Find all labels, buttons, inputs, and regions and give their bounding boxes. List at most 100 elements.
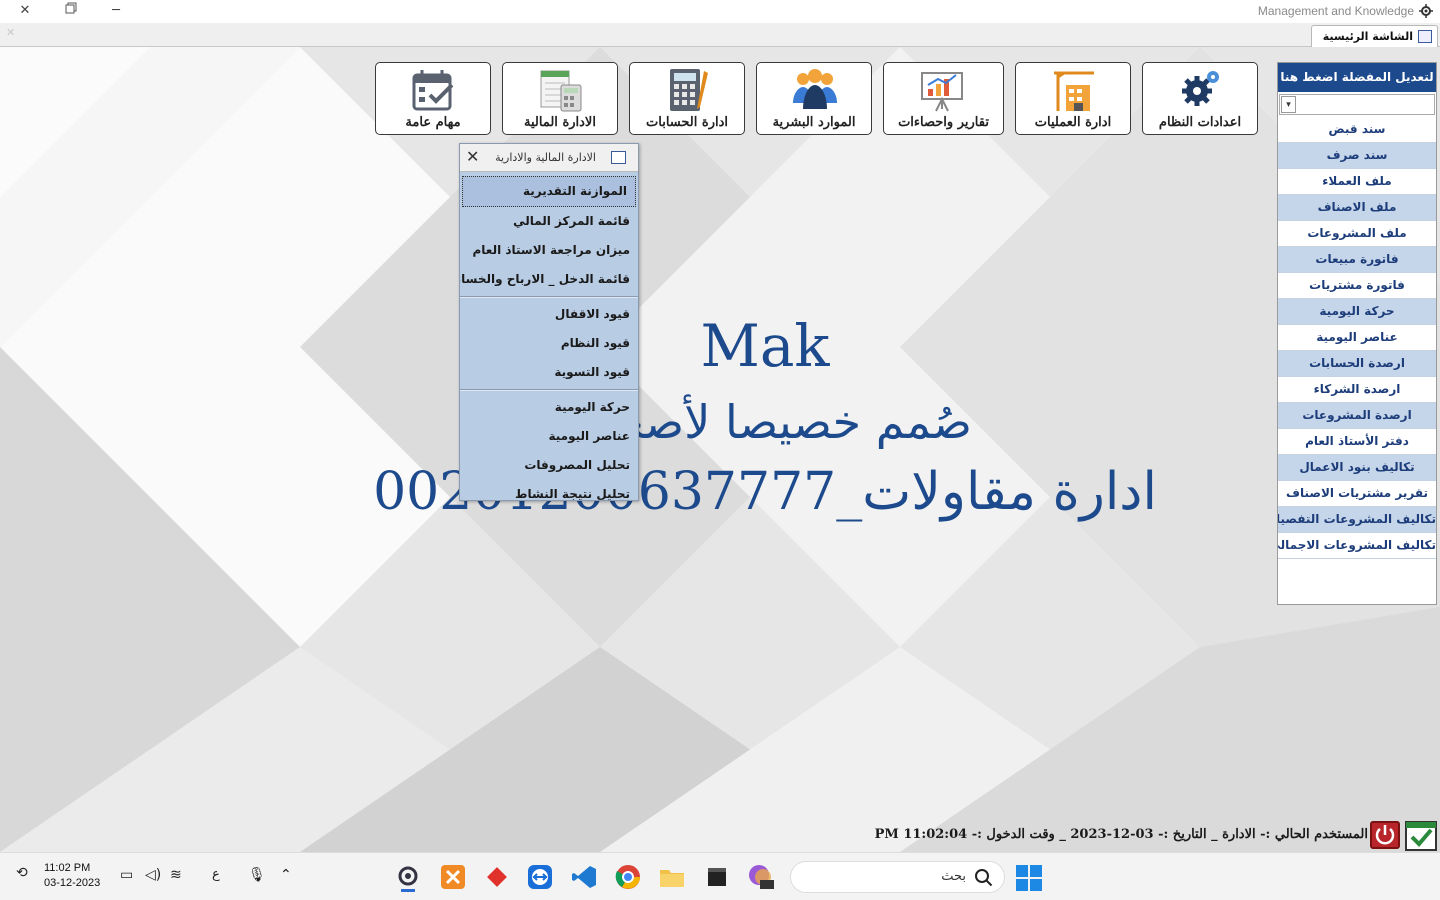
tab-close-icon[interactable]: ✕ [6,26,15,39]
volume-icon[interactable]: ◁) [145,867,161,883]
popup-group-entries: قيود الاقفال قيود النظام قيود التسوية [460,300,638,387]
date: 03-12-2023 [44,877,101,889]
windows-start-icon[interactable] [1016,865,1042,891]
xampp-icon[interactable] [438,862,468,892]
battery-icon[interactable]: ▭ [120,867,133,883]
center-brand-line2: صُمم خصيصا لأصحاب [558,395,972,449]
crane-building-icon [1054,71,1094,111]
popup-group-analysis: حركة اليومية عناصر اليومية تحليل المصروفات… [460,393,638,509]
popup-menu-item[interactable]: تحليل نتيجة النشاط [460,480,638,509]
center-brand-line3: ادارة مقاولات_00201200637777 [373,462,1157,522]
power-button[interactable] [1370,821,1400,849]
favorite-item[interactable]: ملف المشروعات [1278,221,1436,247]
financial-admin-popup: ✕ الادارة المالية والادارية الموازنة الت… [459,143,639,501]
management-app-icon[interactable] [393,862,423,892]
file-explorer-icon[interactable] [657,862,687,892]
favorite-item[interactable]: تقرير مشتريات الاصناف [1278,481,1436,507]
gear-icon [1182,71,1219,106]
tool-label: تقارير واحصاءات [898,115,989,130]
app-logo-icon [1419,4,1433,18]
favorites-combo[interactable]: ▾ [1279,94,1435,115]
favorite-item[interactable]: فاتورة مبيعات [1278,247,1436,273]
tab-label: الشاشة الرئيسية [1322,30,1413,43]
presentation-chart-icon [921,72,963,112]
clock[interactable]: 11:02 PM 03-12-2023 [44,861,100,891]
people-icon [793,69,837,109]
favorite-item[interactable]: تكاليف المشروعات الاجمالي [1278,533,1436,559]
app-window: ✕ ─ Management and Knowledge ✕ الشاشة ال… [0,0,1440,900]
popup-menu-item[interactable]: تحليل المصروفات [460,451,638,480]
popup-menu-item[interactable]: قيود الاقفال [460,300,638,329]
photoshop-pre-icon[interactable] [746,862,776,892]
favorite-item[interactable]: دفتر الأستاذ العام [1278,429,1436,455]
favorite-item[interactable]: ارصدة الحسابات [1278,351,1436,377]
chevron-up-icon[interactable]: ⌃ [280,867,292,883]
teamviewer-icon[interactable] [525,862,555,892]
popup-menu-item[interactable]: عناصر اليومية [460,422,638,451]
tool-label: ادارة الحسابات [646,115,728,130]
popup-title: الادارة المالية والادارية [495,151,596,164]
reports-button[interactable]: تقارير واحصاءات [883,62,1004,135]
status-line: المستخدم الحالي :- الادارة _ التاريخ :- … [874,827,1368,842]
minimize-icon[interactable]: ─ [104,2,128,20]
separator [460,389,638,391]
popup-menu-item[interactable]: الموازنة التقديرية [462,176,636,207]
tool-label: الموارد البشرية [772,115,856,130]
search-box[interactable]: بحث [790,861,1005,893]
popup-menu-item[interactable]: قيود التسوية [460,358,638,387]
popup-menu-item[interactable]: قيود النظام [460,329,638,358]
search-icon [975,869,993,887]
restore-icon[interactable] [59,2,83,20]
favorite-item[interactable]: تكاليف المشروعات التفصيلي [1278,507,1436,533]
tool-label: مهام عامة [405,115,461,130]
favorite-item[interactable]: ملف الاصناف [1278,195,1436,221]
anydesk-icon[interactable] [482,862,512,892]
popup-group-statements: الموازنة التقديرية قائمة المركز المالي ميز… [460,176,638,294]
tool-label: اعدادات النظام [1158,115,1242,130]
chevron-down-icon[interactable]: ▾ [1281,96,1296,113]
vscode-icon[interactable] [570,862,600,892]
general-tasks-button[interactable]: مهام عامة [375,62,491,135]
popup-menu-item[interactable]: حركة اليومية [460,393,638,422]
favorites-list: سند قبض سند صرف ملف العملاء ملف الاصناف ملف … [1278,117,1436,559]
favorite-item[interactable]: حركة اليومية [1278,299,1436,325]
favorite-item[interactable]: ملف العملاء [1278,169,1436,195]
ledger-calculator-icon [540,70,582,112]
background-pattern [0,47,1440,852]
sync-icon[interactable]: ⟲ [16,865,28,881]
form-icon [611,151,626,164]
accounts-button[interactable]: ادارة الحسابات [629,62,745,135]
popup-menu-item[interactable]: قائمة المركز المالي [460,207,638,236]
favorites-panel: لتعديل المفضلة اضغط هنا ▾ سند قبض سند صرف… [1277,62,1437,605]
financial-management-button[interactable]: الادارة المالية [502,62,618,135]
favorite-item[interactable]: تكاليف بنود الاعمال [1278,455,1436,481]
terminal-icon[interactable] [702,862,732,892]
favorites-header[interactable]: لتعديل المفضلة اضغط هنا [1278,63,1436,92]
popup-menu-item[interactable]: ميزان مراجعة الاستاذ العام [460,236,638,265]
calendar-check-icon[interactable] [1405,819,1437,851]
form-icon [1418,30,1432,43]
wifi-icon[interactable]: ≋ [170,867,182,883]
favorite-item[interactable]: سند قبض [1278,117,1436,143]
tab-main-screen[interactable]: الشاشة الرئيسية [1311,25,1438,47]
power-icon [1375,825,1395,845]
operations-button[interactable]: ادارة العمليات [1015,62,1131,135]
calendar-check-icon [412,70,454,111]
favorite-item[interactable]: ارصدة المشروعات [1278,403,1436,429]
language-indicator[interactable]: ع [212,867,220,882]
favorite-item[interactable]: عناصر اليومية [1278,325,1436,351]
chrome-icon[interactable] [613,862,643,892]
tool-label: ادارة العمليات [1034,115,1112,130]
human-resources-button[interactable]: الموارد البشرية [756,62,872,135]
favorite-item[interactable]: فاتورة مشتريات [1278,273,1436,299]
tool-label: الادارة المالية [524,115,596,130]
center-brand-line1: Mak [700,312,830,380]
favorite-item[interactable]: سند صرف [1278,143,1436,169]
system-settings-button[interactable]: اعدادات النظام [1142,62,1258,135]
microphone-icon[interactable]: 🎙 [248,867,266,883]
favorite-item[interactable]: ارصدة الشركاء [1278,377,1436,403]
popup-menu-item[interactable]: قائمة الدخل _ الارباح والخسائر [460,265,638,294]
close-icon[interactable]: ✕ [466,148,479,166]
close-icon[interactable]: ✕ [13,2,37,20]
main-area: اعدادات النظام ادارة العمليات تقارير واح… [0,47,1440,852]
